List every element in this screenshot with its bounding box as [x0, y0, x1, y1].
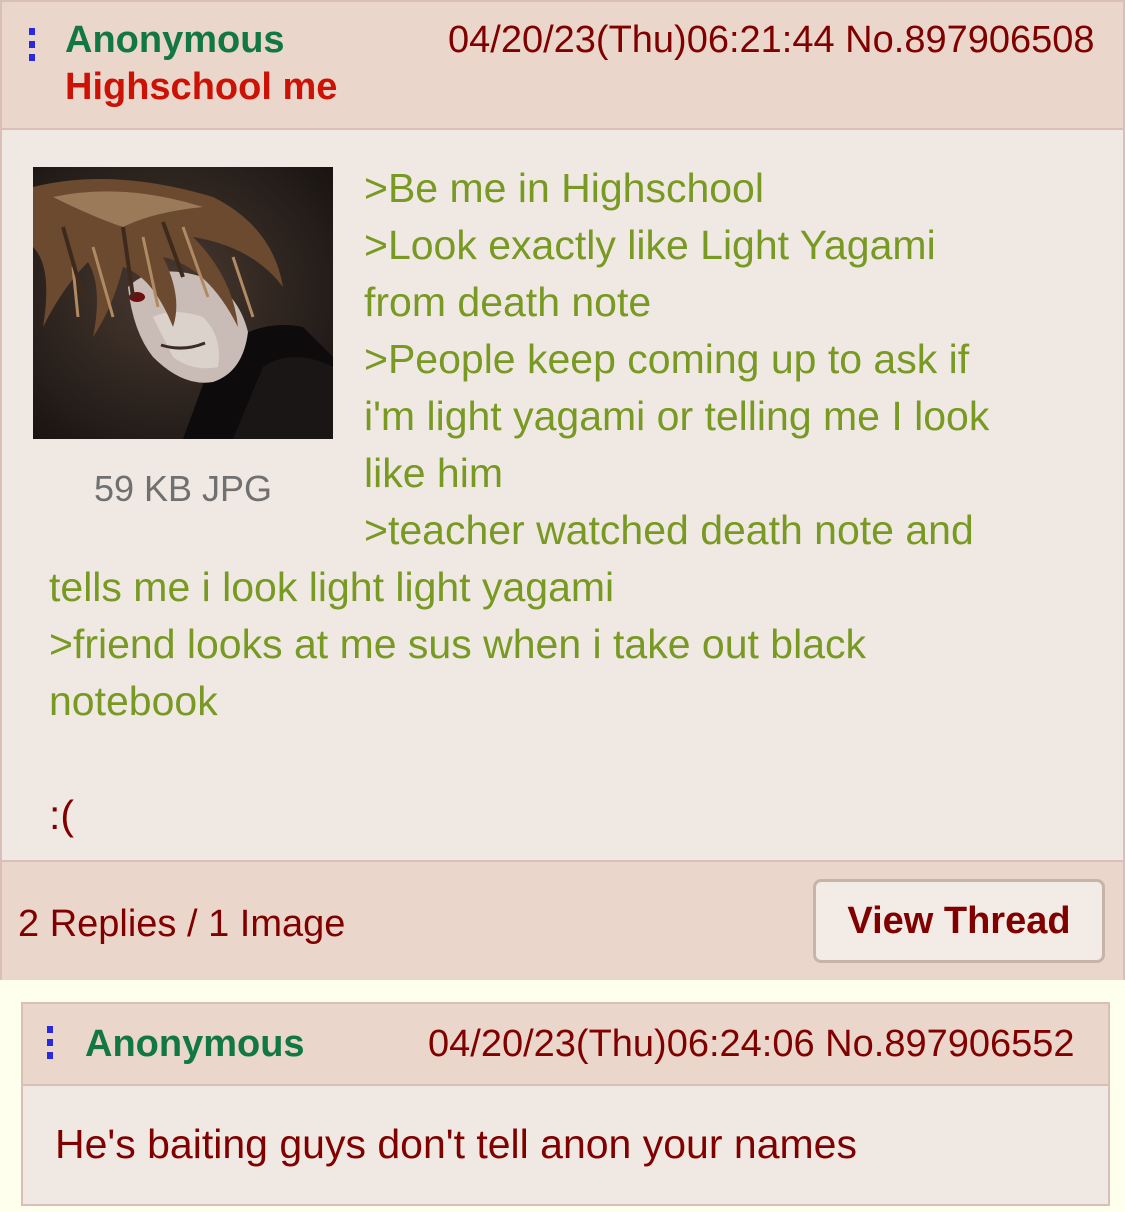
post-subject: Highschool me	[65, 66, 338, 108]
post-datetime-number[interactable]: 04/20/23(Thu)06:21:44 No.897906508	[448, 18, 1095, 62]
post-thumbnail-image[interactable]	[33, 167, 333, 439]
greentext-line: >teacher watched death note and	[364, 507, 974, 553]
post-menu-icon[interactable]	[29, 28, 35, 67]
greentext-line: from death note	[364, 279, 652, 325]
comment-text: He's baiting guys don't tell anon your n…	[55, 1121, 857, 1167]
post-datetime-number[interactable]: 04/20/23(Thu)06:24:06 No.897906552	[428, 1022, 1075, 1066]
greentext-line: >friend looks at me sus when i take out …	[49, 621, 867, 667]
op-post-header: Anonymous Highschool me 04/20/23(Thu)06:…	[2, 2, 1123, 130]
comment-text: :(	[49, 792, 75, 838]
replies-summary: 2 Replies / 1 Image	[18, 903, 346, 945]
reply-post-body: He's baiting guys don't tell anon your n…	[23, 1086, 1108, 1204]
op-post-footer: 2 Replies / 1 Image View Thread	[2, 860, 1123, 980]
op-post: Anonymous Highschool me 04/20/23(Thu)06:…	[0, 0, 1125, 980]
greentext-line: i'm light yagami or telling me I look	[364, 393, 990, 439]
op-post-body: 59 KB JPG >Be me in Highschool >Look exa…	[2, 130, 1123, 860]
greentext-line: >People keep coming up to ask if	[364, 336, 970, 382]
greentext-line: >Be me in Highschool	[364, 165, 764, 211]
poster-name: Anonymous	[85, 1023, 305, 1065]
poster-name: Anonymous	[65, 19, 285, 61]
greentext-line: >Look exactly like Light Yagami	[364, 222, 936, 268]
greentext-line: notebook	[49, 678, 218, 724]
greentext-line: like him	[364, 450, 503, 496]
post-menu-icon[interactable]	[47, 1026, 53, 1065]
reply-post: Anonymous 04/20/23(Thu)06:24:06 No.89790…	[21, 1002, 1110, 1206]
file-info: 59 KB JPG	[93, 468, 273, 509]
greentext-line: tells me i look light light yagami	[49, 564, 615, 610]
reply-post-header: Anonymous 04/20/23(Thu)06:24:06 No.89790…	[23, 1004, 1108, 1086]
view-thread-button[interactable]: View Thread	[813, 879, 1105, 963]
